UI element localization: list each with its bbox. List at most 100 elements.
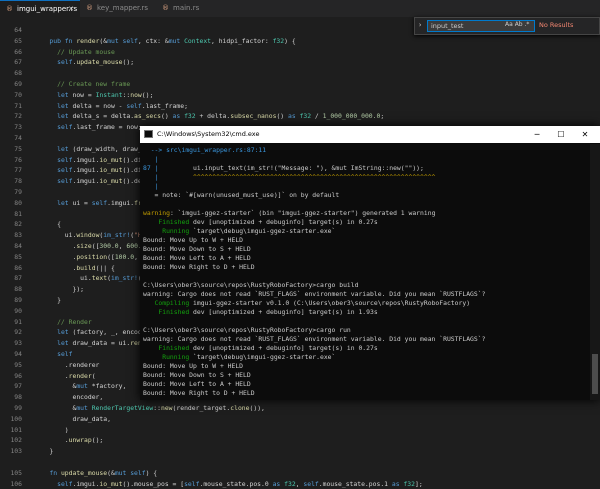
line-number: 68: [14, 69, 22, 78]
line-number: 105: [10, 468, 22, 477]
code-token: C:\Users\ober3\source\repos\RustyRoboFac…: [143, 326, 351, 334]
close-button[interactable]: ✕: [576, 126, 594, 143]
terminal-scrollbar[interactable]: [590, 144, 600, 400]
code-line: // Render: [34, 317, 92, 328]
tab-key-mapper[interactable]: ® key_mapper.rs: [80, 0, 156, 17]
code-token: Bound: Move Up to W + HELD: [143, 362, 244, 370]
code-line: let delta = now - self.last_frame;: [34, 101, 188, 112]
close-tab-icon[interactable]: ✕: [68, 1, 74, 18]
scrollbar-thumb[interactable]: [592, 354, 598, 394]
code-line: // Update mouse: [34, 47, 115, 58]
code-token: ui.: [34, 274, 92, 283]
line-number: 92: [14, 328, 22, 337]
code-token: self: [126, 101, 142, 110]
line-number: 67: [14, 58, 22, 67]
terminal-line: Bound: Move Down to S + HELD: [143, 245, 251, 254]
code-token: as: [391, 479, 404, 488]
code-token: Bound: Move Up to W + HELD: [143, 236, 244, 244]
chevron-right-icon[interactable]: ›: [418, 21, 422, 29]
code-token: .last_frame = now;: [72, 123, 142, 132]
line-number: 77: [14, 166, 22, 175]
terminal-line: Bound: Move Left to A + HELD: [143, 380, 251, 389]
code-token: draw_data = ui.: [72, 339, 131, 348]
cmd-icon: [144, 130, 153, 138]
terminal-titlebar[interactable]: C:\Windows\System32\cmd.exe ─ ☐ ✕: [140, 126, 600, 143]
line-number: 85: [14, 252, 22, 261]
code-token: subsec_nanos: [230, 112, 277, 121]
code-token: Finished: [143, 344, 190, 352]
code-token: dev [unoptimized + debuginfo] target(s) …: [189, 308, 378, 316]
code-token: // Create new frame: [34, 80, 131, 88]
code-token: now: [130, 90, 142, 99]
line-number: 102: [10, 436, 22, 445]
line-number: 91: [14, 317, 22, 326]
code-token: ();: [141, 90, 154, 99]
terminal-line: warning: Cargo does not read `RUST_FLAGS…: [143, 335, 485, 344]
terminal-line: |: [143, 182, 159, 191]
code-token: build: [76, 263, 96, 272]
code-token: 300.0: [99, 242, 119, 250]
code-token: .imgui.: [72, 166, 100, 175]
maximize-button[interactable]: ☐: [552, 126, 570, 143]
code-token: (|| {: [95, 263, 115, 272]
tab-main[interactable]: ® main.rs: [156, 0, 212, 17]
code-token: fn: [49, 468, 61, 477]
code-token: delta_s = delta.: [72, 112, 135, 121]
terminal-output[interactable]: --> src\imgui_wrapper.rs:87:11 | 87 | ui.…: [143, 144, 598, 400]
code-token: warning: Cargo does not read `RUST_FLAGS…: [143, 290, 486, 298]
code-token: }: [34, 296, 61, 304]
code-token: `target\debug\imgui-ggez-starter.exe`: [189, 227, 336, 235]
code-line: let now = Instant::now();: [34, 90, 153, 101]
code-token: /: [311, 112, 323, 121]
code-token: mut: [168, 36, 185, 45]
code-token: update_mouse: [60, 468, 108, 477]
code-token: let: [57, 328, 73, 337]
code-token: }: [34, 447, 54, 456]
code-token: render: [68, 371, 92, 380]
terminal-line: C:\Users\ober3\source\repos\RustyRoboFac…: [143, 281, 358, 290]
code-token: f32: [403, 479, 415, 488]
code-line: .build(|| {: [34, 263, 115, 274]
code-token: ([: [107, 252, 115, 261]
code-line: fn update_mouse(&mut self) {: [34, 468, 157, 479]
code-token: self: [57, 166, 73, 175]
code-line: });: [34, 284, 84, 295]
code-line: .render(: [34, 371, 96, 382]
code-token: = note: `#[warn(unused_must_use)]` on by…: [143, 191, 340, 199]
code-token: ;: [380, 112, 385, 121]
code-token: self: [57, 123, 73, 132]
code-token: C:\Users\ober3\source\repos\RustyRoboFac…: [143, 281, 359, 289]
code-token: 1_000_000_000.0: [322, 112, 381, 121]
code-token: Bound: Move Down to S + HELD: [143, 245, 251, 253]
find-options[interactable]: Aa Ab .*: [505, 21, 529, 28]
code-token: |: [143, 182, 159, 190]
terminal-window[interactable]: C:\Windows\System32\cmd.exe ─ ☐ ✕ --> sr…: [140, 126, 600, 400]
minimize-button[interactable]: ─: [528, 126, 546, 143]
code-token: ui.: [34, 231, 77, 240]
tab-imgui-wrapper[interactable]: ® imgui_wrapper.rs ✕: [0, 0, 80, 17]
code-token: .: [34, 242, 77, 250]
code-token: let: [57, 101, 73, 110]
code-token: Finished: [143, 218, 190, 226]
line-number: 74: [14, 134, 22, 142]
code-line: }: [34, 295, 61, 306]
code-token: + delta.: [195, 112, 231, 121]
code-token: ();: [122, 58, 135, 67]
find-result: No Results: [539, 21, 574, 29]
line-number: 103: [10, 447, 22, 456]
code-token: im_str!: [103, 231, 131, 240]
code-token: .: [34, 436, 69, 445]
code-token: // Update mouse: [34, 47, 115, 56]
find-widget: › input_test Aa Ab .* No Results: [414, 17, 600, 35]
terminal-line: Bound: Move Down to S + HELD: [143, 371, 251, 380]
code-token: .mouse_state.pos.1: [318, 479, 392, 488]
code-token: as: [287, 112, 300, 121]
